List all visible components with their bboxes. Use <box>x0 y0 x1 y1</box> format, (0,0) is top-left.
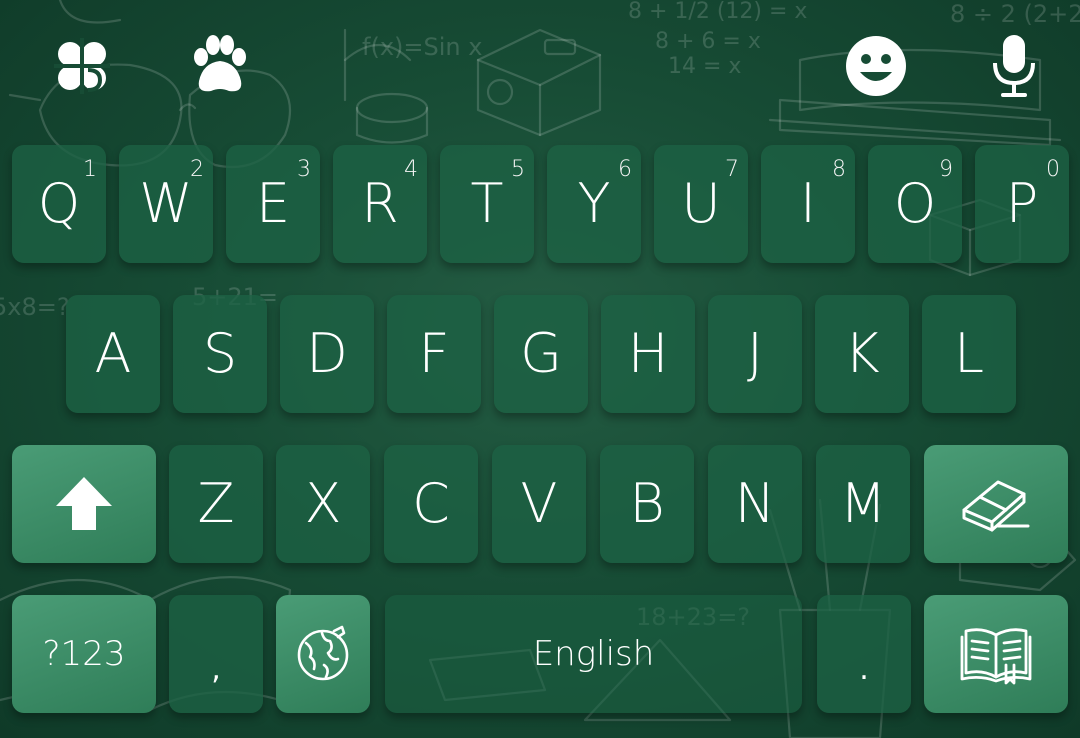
comma-key[interactable]: , <box>169 595 263 713</box>
key-label: I <box>800 172 816 235</box>
key-label: B <box>629 472 665 535</box>
clover-icon <box>54 38 110 94</box>
key-label: D <box>306 322 348 385</box>
symbols-key[interactable]: ?123 <box>12 595 156 713</box>
key-label: T <box>470 172 504 235</box>
key-hint: 1 <box>83 157 97 182</box>
key-g[interactable]: G <box>494 295 588 413</box>
key-t[interactable]: T5 <box>440 145 534 263</box>
key-r[interactable]: R4 <box>333 145 427 263</box>
svg-text:f(x)=Sin x: f(x)=Sin x <box>362 33 482 61</box>
key-hint: 6 <box>618 157 632 182</box>
key-v[interactable]: V <box>492 445 586 563</box>
key-u[interactable]: U7 <box>654 145 748 263</box>
key-o[interactable]: O9 <box>868 145 962 263</box>
emoji-icon <box>846 36 906 96</box>
key-k[interactable]: K <box>815 295 909 413</box>
key-label: W <box>139 172 193 235</box>
voice-input-button[interactable] <box>974 26 1054 106</box>
key-label: H <box>627 322 669 385</box>
key-hint: 8 <box>832 157 846 182</box>
key-b[interactable]: B <box>600 445 694 563</box>
svg-text:14 = x: 14 = x <box>668 54 741 79</box>
key-label: J <box>747 322 763 385</box>
key-label: N <box>734 472 776 535</box>
open-book-icon <box>960 628 1032 685</box>
svg-text:8 + 1/2 (12) = x: 8 + 1/2 (12) = x <box>628 0 807 24</box>
key-d[interactable]: D <box>280 295 374 413</box>
key-j[interactable]: J <box>708 295 802 413</box>
space-key[interactable]: English <box>385 595 802 713</box>
key-m[interactable]: M <box>816 445 910 563</box>
key-x[interactable]: X <box>276 445 370 563</box>
key-label: X <box>304 472 342 535</box>
key-hint: 4 <box>404 157 418 182</box>
key-label: K <box>844 322 880 385</box>
microphone-icon <box>993 35 1035 97</box>
globe-icon <box>297 625 349 681</box>
svg-text:8 ÷ 2 (2+2): 8 ÷ 2 (2+2) <box>950 0 1080 28</box>
sticker-button[interactable] <box>180 26 260 106</box>
key-hint: 5 <box>511 157 525 182</box>
key-label: Y <box>577 172 611 235</box>
period-label: . <box>859 652 869 687</box>
symbols-label: ?123 <box>42 634 126 674</box>
paw-icon <box>194 35 246 92</box>
key-label: P <box>1005 172 1039 235</box>
theme-button[interactable] <box>42 26 122 106</box>
key-label: O <box>893 172 937 235</box>
key-w[interactable]: W2 <box>119 145 213 263</box>
key-q[interactable]: Q1 <box>12 145 106 263</box>
key-label: R <box>361 172 399 235</box>
key-hint: 2 <box>190 157 204 182</box>
eraser-icon <box>962 480 1030 532</box>
key-label: V <box>520 472 558 535</box>
backspace-key[interactable] <box>924 445 1068 563</box>
shift-key[interactable] <box>12 445 156 563</box>
key-h[interactable]: H <box>601 295 695 413</box>
key-label: E <box>255 172 291 235</box>
period-key[interactable]: . <box>817 595 911 713</box>
key-e[interactable]: E3 <box>226 145 320 263</box>
key-label: G <box>520 322 562 385</box>
comma-label: , <box>211 652 221 687</box>
key-hint: 9 <box>939 157 953 182</box>
key-label: F <box>418 322 450 385</box>
key-hint: 3 <box>297 157 311 182</box>
key-f[interactable]: F <box>387 295 481 413</box>
key-a[interactable]: A <box>66 295 160 413</box>
key-p[interactable]: P0 <box>975 145 1069 263</box>
key-label: Q <box>37 172 81 235</box>
key-label: Z <box>197 472 235 535</box>
svg-text:5x8=?: 5x8=? <box>0 293 70 321</box>
key-label: M <box>839 472 887 535</box>
key-label: A <box>94 322 132 385</box>
key-y[interactable]: Y6 <box>547 145 641 263</box>
emoji-button[interactable] <box>836 26 916 106</box>
key-label: S <box>202 322 238 385</box>
key-z[interactable]: Z <box>169 445 263 563</box>
keyboard: f(x)=Sin x 8 + 1/2 (12) = x 8 + 6 = x 14… <box>0 0 1080 738</box>
key-hint: 0 <box>1046 157 1060 182</box>
enter-key[interactable] <box>924 595 1068 713</box>
key-i[interactable]: I8 <box>761 145 855 263</box>
key-c[interactable]: C <box>384 445 478 563</box>
key-hint: 7 <box>725 157 739 182</box>
space-label: English <box>532 634 655 674</box>
key-label: U <box>681 172 721 235</box>
key-label: L <box>953 322 985 385</box>
key-label: C <box>412 472 450 535</box>
language-key[interactable] <box>276 595 370 713</box>
key-n[interactable]: N <box>708 445 802 563</box>
key-s[interactable]: S <box>173 295 267 413</box>
svg-text:8 + 6 = x: 8 + 6 = x <box>655 29 761 54</box>
shift-arrow-icon <box>56 477 112 530</box>
key-l[interactable]: L <box>922 295 1016 413</box>
